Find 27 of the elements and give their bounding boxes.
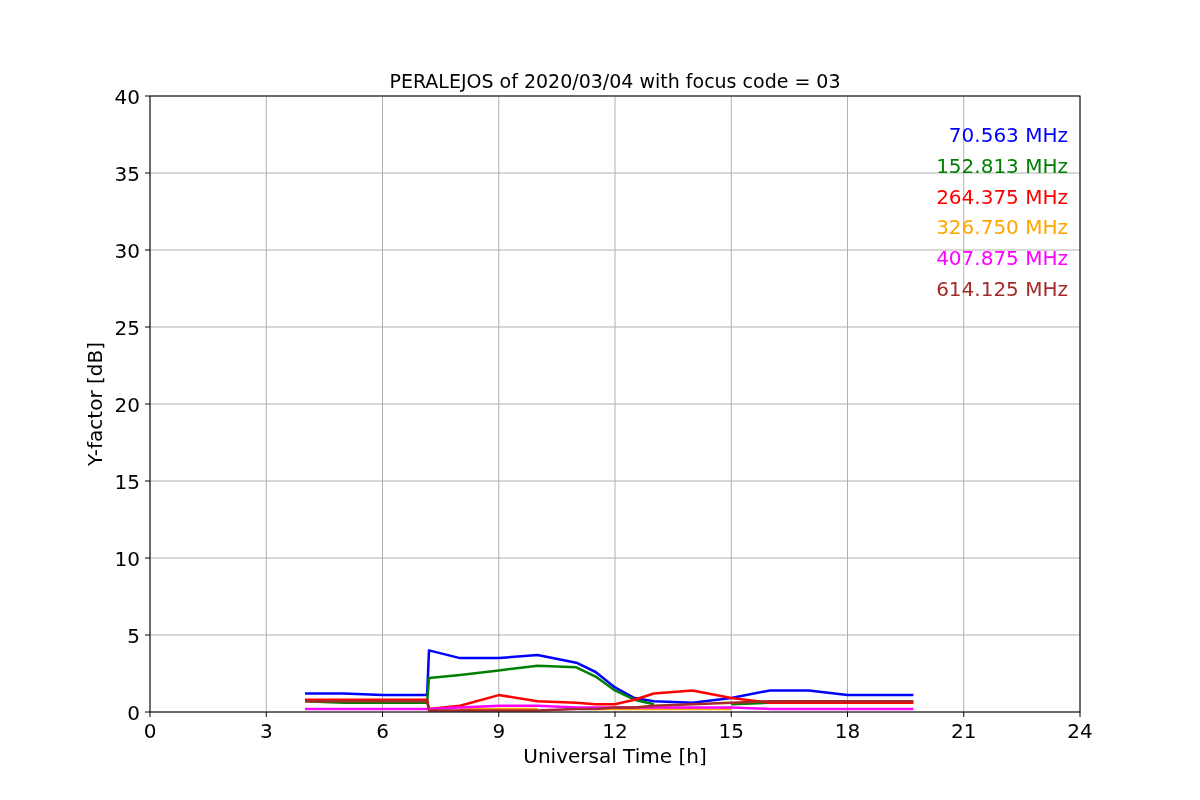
tick-label: 15 — [718, 719, 744, 743]
tick-label: 24 — [1067, 719, 1093, 743]
tick-label: 5 — [127, 624, 140, 648]
tick-label: 40 — [114, 85, 140, 109]
tick-label: 3 — [259, 719, 273, 743]
tick-label: 6 — [376, 719, 389, 743]
tick-label: 20 — [114, 393, 140, 417]
tick-label: 21 — [951, 719, 977, 743]
chart-title: PERALEJOS of 2020/03/04 with focus code = 03 — [389, 70, 841, 92]
tick-label: 9 — [492, 719, 506, 743]
legend-label: 407.875 MHz — [936, 246, 1068, 271]
tick-label: 0 — [143, 719, 157, 743]
tick-label: 10 — [114, 547, 140, 571]
legend-label: 70.563 MHz — [948, 123, 1068, 147]
x-axis-label: Universal Time [h] — [523, 744, 707, 768]
tick-label: 25 — [114, 316, 140, 340]
tick-label: 35 — [114, 162, 140, 186]
legend-label: 614.125 MHz — [936, 277, 1068, 301]
tick-label: 18 — [834, 719, 861, 743]
legend-label: 264.375 MHz — [936, 184, 1068, 209]
tick-label: 0 — [127, 701, 140, 725]
legend-label: 152.813 MHz — [936, 153, 1068, 178]
y-axis-label: Y-factor [dB] — [83, 342, 107, 466]
tick-label: 12 — [602, 719, 628, 743]
tick-label: 30 — [114, 239, 140, 263]
legend-label: 326.750 MHz — [936, 215, 1068, 240]
tick-label: 15 — [114, 470, 140, 494]
